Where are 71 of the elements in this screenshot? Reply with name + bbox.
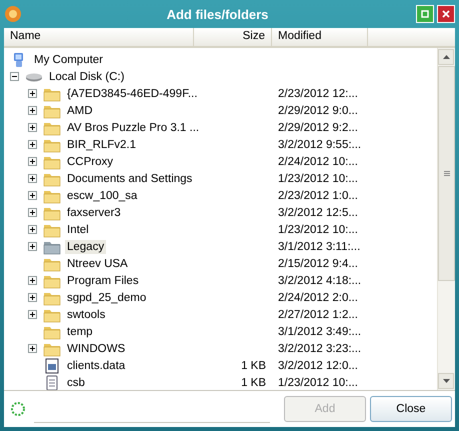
tree-item[interactable]: AV Bros Puzzle Pro 3.1 ... xyxy=(65,120,202,134)
expand-icon[interactable] xyxy=(28,276,37,285)
tree-item[interactable]: clients.data xyxy=(65,358,128,372)
scroll-up-icon[interactable] xyxy=(438,49,454,65)
tree-item[interactable]: escw_100_sa xyxy=(65,188,140,202)
scroll-thumb[interactable] xyxy=(438,66,455,281)
file-size: 1 KB xyxy=(241,376,266,388)
modified-date: 1/23/2012 10:... xyxy=(278,224,358,236)
modified-date: 2/27/2012 1:2... xyxy=(278,308,358,320)
expand-icon[interactable] xyxy=(28,140,37,149)
close-icon xyxy=(442,10,450,18)
modified-date: 1/23/2012 10:... xyxy=(278,376,358,388)
scroll-down-icon[interactable] xyxy=(438,373,454,389)
expand-icon[interactable] xyxy=(28,208,37,217)
tree-item[interactable]: AMD xyxy=(65,104,95,118)
modified-date: 3/2/2012 12:5... xyxy=(278,206,358,218)
tree-item[interactable]: Documents and Settings xyxy=(65,172,194,186)
tree-item[interactable]: Ntreev USA xyxy=(65,256,130,270)
expand-icon[interactable] xyxy=(28,106,37,115)
tree-item[interactable]: Legacy xyxy=(65,240,106,254)
app-icon xyxy=(4,5,22,23)
expand-icon[interactable] xyxy=(28,344,37,353)
expand-icon[interactable] xyxy=(28,191,37,200)
expand-icon[interactable] xyxy=(28,89,37,98)
column-header[interactable]: Modified xyxy=(272,28,368,46)
expand-icon[interactable] xyxy=(28,310,37,319)
modified-date: 3/1/2012 3:49:... xyxy=(278,326,362,338)
tree-item[interactable]: faxserver3 xyxy=(65,206,123,220)
tree-item[interactable]: CCProxy xyxy=(65,154,116,168)
tree-item[interactable]: csb xyxy=(65,376,87,390)
modified-date: 2/24/2012 2:0... xyxy=(278,292,358,304)
tree-item[interactable]: swtools xyxy=(65,308,108,322)
spinner-icon xyxy=(10,401,26,417)
modified-date: 2/29/2012 9:0... xyxy=(278,104,358,116)
maximize-icon xyxy=(421,10,429,18)
expand-icon[interactable] xyxy=(28,242,37,251)
modified-date: 2/23/2012 1:0... xyxy=(278,190,358,202)
modified-date: 3/2/2012 4:18:... xyxy=(278,274,362,286)
scrollbar[interactable] xyxy=(437,48,455,390)
modified-date: 2/23/2012 12:... xyxy=(278,88,358,100)
close-dialog-button[interactable]: Close xyxy=(370,396,452,422)
modified-date: 3/1/2012 3:11:... xyxy=(278,240,360,252)
maximize-button[interactable] xyxy=(416,5,434,23)
tree-item[interactable]: Local Disk (C:) xyxy=(47,70,126,84)
expand-icon[interactable] xyxy=(28,157,37,166)
modified-date: 2/15/2012 9:4... xyxy=(278,258,358,270)
modified-date: 2/24/2012 10:... xyxy=(278,156,358,168)
modified-date: 1/23/2012 10:... xyxy=(278,172,358,184)
expand-icon[interactable] xyxy=(28,123,37,132)
tree-item[interactable]: Intel xyxy=(65,222,91,236)
expand-icon[interactable] xyxy=(28,293,37,302)
tree-item[interactable]: BIR_RLFv2.1 xyxy=(65,138,138,152)
close-button[interactable] xyxy=(437,5,455,23)
modified-date: 2/29/2012 9:2... xyxy=(278,122,358,134)
tree-item[interactable]: sgpd_25_demo xyxy=(65,290,148,304)
column-header[interactable]: Name xyxy=(4,28,194,46)
file-size: 1 KB xyxy=(241,360,266,372)
tree-item[interactable]: Program Files xyxy=(65,274,141,288)
tree-item[interactable]: temp xyxy=(65,324,95,338)
collapse-icon[interactable] xyxy=(10,72,19,81)
modified-date: 3/2/2012 9:55:... xyxy=(278,138,362,150)
modified-date: 3/2/2012 12:0... xyxy=(278,360,358,372)
expand-icon[interactable] xyxy=(28,174,37,183)
modified-date: 3/2/2012 3:23:... xyxy=(278,342,362,354)
tree-item[interactable]: My Computer xyxy=(32,52,106,66)
tree-item[interactable]: WINDOWS xyxy=(65,342,128,356)
window-title: Add files/folders xyxy=(166,6,270,22)
column-header[interactable]: Size xyxy=(194,28,272,46)
expand-icon[interactable] xyxy=(28,225,37,234)
tree-item[interactable]: {A7ED3845-46ED-499F... xyxy=(65,86,200,100)
file-icon xyxy=(43,358,61,374)
